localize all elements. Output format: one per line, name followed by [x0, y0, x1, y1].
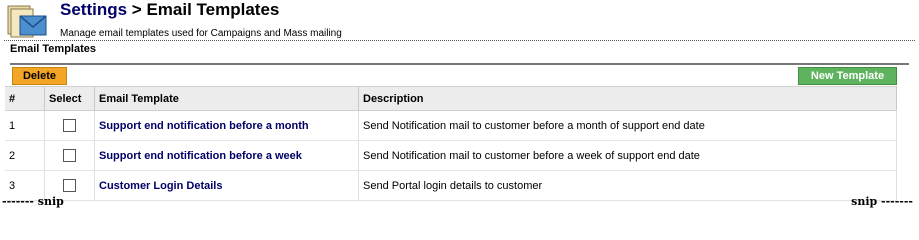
table-header-row: # Select Email Template Description [5, 86, 897, 111]
template-name-cell: Customer Login Details [94, 170, 359, 201]
row-number: 2 [5, 140, 45, 171]
col-email-template: Email Template [94, 86, 359, 111]
table-row: 1 Support end notification before a mont… [5, 110, 897, 141]
template-name-cell: Support end notification before a month [94, 110, 359, 141]
snip-marker-right: snip ------- [851, 195, 913, 208]
template-link[interactable]: Support end notification before a week [99, 150, 302, 162]
row-number: 1 [5, 110, 45, 141]
section-divider [10, 63, 909, 65]
email-templates-icon [6, 2, 52, 40]
page-description: Manage email templates used for Campaign… [60, 28, 342, 39]
select-cell [44, 110, 95, 141]
table-row: 3 Customer Login Details Send Portal log… [5, 170, 897, 201]
snip-marker-left: ------- snip [2, 195, 64, 208]
select-cell [44, 140, 95, 171]
row-checkbox[interactable] [63, 149, 76, 162]
templates-table: # Select Email Template Description 1 Su… [5, 86, 897, 201]
page-name: Email Templates [146, 0, 280, 19]
template-description: Send Notification mail to customer befor… [358, 140, 897, 171]
table-row: 2 Support end notification before a week… [5, 140, 897, 171]
template-link[interactable]: Customer Login Details [99, 180, 222, 192]
template-link[interactable]: Support end notification before a month [99, 120, 309, 132]
breadcrumb-settings[interactable]: Settings [60, 0, 127, 19]
delete-button[interactable]: Delete [12, 67, 67, 85]
row-checkbox[interactable] [63, 119, 76, 132]
page-title: Settings > Email Templates [60, 0, 279, 20]
row-checkbox[interactable] [63, 179, 76, 192]
col-select: Select [44, 86, 95, 111]
template-description: Send Portal login details to customer [358, 170, 897, 201]
breadcrumb-separator: > [131, 0, 142, 19]
new-template-button[interactable]: New Template [798, 67, 897, 85]
template-description: Send Notification mail to customer befor… [358, 110, 897, 141]
section-title: Email Templates [10, 43, 96, 55]
template-name-cell: Support end notification before a week [94, 140, 359, 171]
col-description: Description [358, 86, 897, 111]
col-number: # [5, 86, 45, 111]
header-divider [4, 40, 915, 41]
